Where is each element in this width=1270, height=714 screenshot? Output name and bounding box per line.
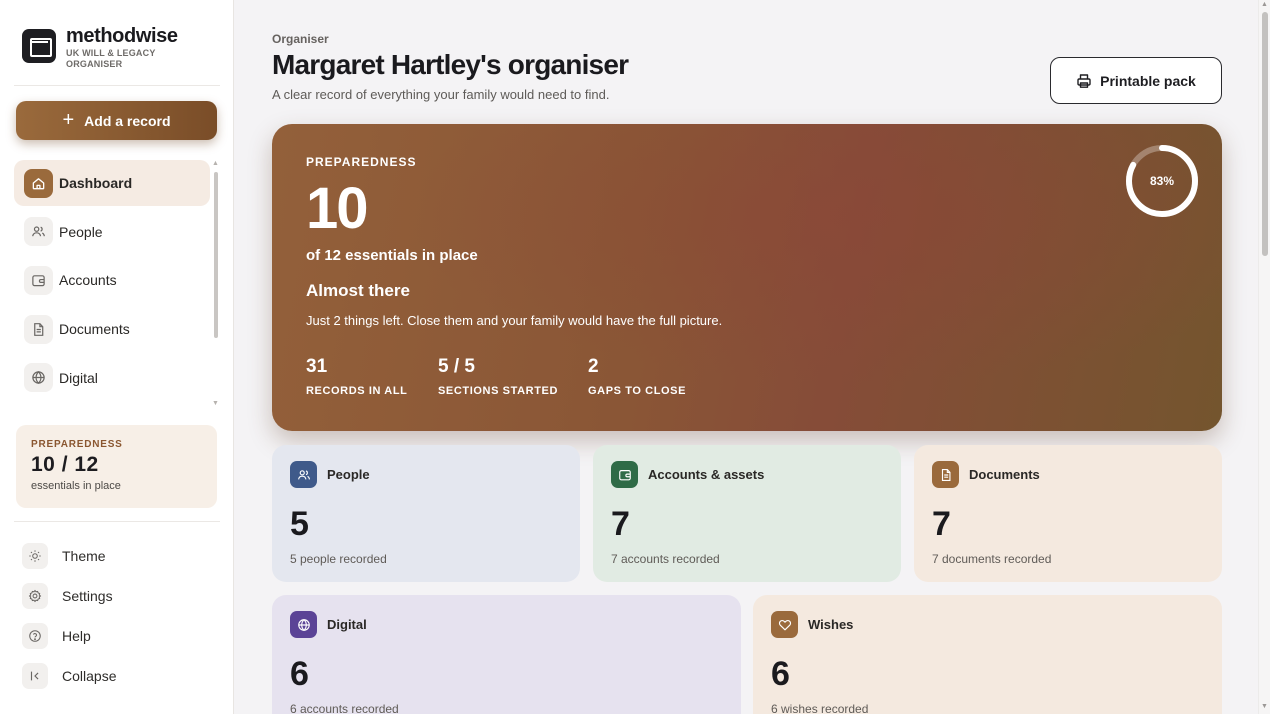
stat-value: 5 / 5 — [438, 356, 475, 377]
plus-icon: + — [62, 108, 75, 131]
sidebar-item-label: People — [59, 223, 103, 240]
hero-number: 10 — [306, 176, 368, 241]
wallet-icon — [24, 265, 53, 295]
sidebar-item-label: Accounts — [59, 272, 117, 289]
add-record-button[interactable]: + Add a record — [16, 101, 217, 140]
sidebar-item-label: Documents — [59, 321, 130, 338]
hero-of-text: of 12 essentials in place — [306, 247, 478, 264]
main-content: Organiser Margaret Hartley's organiser A… — [234, 0, 1258, 714]
scroll-down-arrow-icon[interactable]: ▼ — [212, 400, 219, 407]
sidebar: methodwise UK WILL & LEGACY ORGANISER + … — [0, 0, 234, 714]
page-subtitle: A clear record of everything your family… — [272, 87, 610, 102]
card-title: Digital — [327, 617, 367, 632]
stat-sections: 5 / 5 SECTIONS STARTED — [438, 356, 558, 397]
card-sub: 7 documents recorded — [932, 552, 1052, 566]
divider — [14, 85, 220, 86]
scroll-up-arrow-icon[interactable]: ▲ — [212, 160, 219, 167]
globe-icon — [290, 611, 317, 638]
collapse-button[interactable]: Collapse — [22, 660, 218, 691]
brand[interactable]: methodwise UK WILL & LEGACY ORGANISER — [22, 26, 178, 70]
stat-label: SECTIONS STARTED — [438, 385, 559, 397]
breadcrumb[interactable]: Organiser — [272, 32, 329, 46]
printable-pack-button[interactable]: Printable pack — [1050, 57, 1222, 104]
help-icon — [22, 622, 48, 649]
help-button[interactable]: Help — [22, 620, 218, 651]
add-record-label: Add a record — [84, 112, 171, 129]
page-scroll-thumb[interactable] — [1262, 12, 1268, 256]
logo-icon — [22, 29, 56, 63]
card-sub: 5 people recorded — [290, 552, 387, 566]
settings-label: Settings — [62, 587, 113, 604]
gear-icon — [22, 582, 48, 609]
preparedness-value: 10 / 12 — [31, 453, 99, 476]
progress-ring-label: 83% — [1149, 174, 1175, 188]
printer-icon — [1077, 73, 1091, 88]
people-icon — [290, 461, 317, 488]
home-icon — [24, 168, 53, 198]
page-scrollbar[interactable]: ▲ ▼ — [1258, 0, 1270, 714]
sidebar-item-dashboard[interactable]: Dashboard — [14, 160, 210, 206]
preparedness-label: PREPAREDNESS — [31, 439, 123, 450]
printable-pack-label: Printable pack — [1100, 72, 1196, 89]
collapse-label: Collapse — [62, 667, 117, 684]
scroll-down-arrow-icon[interactable]: ▼ — [1261, 703, 1268, 710]
brand-subtitle: UK WILL & LEGACY ORGANISER — [66, 48, 156, 69]
accounts-card[interactable]: Accounts & assets 7 7 accounts recorded — [593, 445, 901, 582]
card-title: Accounts & assets — [648, 467, 765, 482]
hero-label: PREPAREDNESS — [306, 155, 417, 169]
card-title: Wishes — [808, 617, 854, 632]
preparedness-sub: essentials in place — [31, 480, 121, 492]
card-sub: 6 wishes recorded — [771, 702, 869, 714]
sidebar-scrollbar[interactable] — [214, 172, 218, 338]
brand-name: methodwise — [66, 25, 178, 47]
page-title: Margaret Hartley's organiser — [272, 49, 629, 80]
help-label: Help — [62, 627, 91, 644]
theme-button[interactable]: Theme — [22, 540, 218, 571]
stat-value: 31 — [306, 356, 328, 377]
preparedness-summary: PREPAREDNESS 10 / 12 essentials in place — [16, 425, 217, 508]
people-icon — [24, 217, 53, 247]
hero-status: Almost there — [306, 281, 410, 300]
sidebar-nav: Dashboard People Accounts Documents Digi… — [14, 160, 210, 403]
wallet-icon — [611, 461, 638, 488]
stat-records: 31 RECORDS IN ALL — [306, 356, 408, 397]
preparedness-hero: PREPAREDNESS 10 of 12 essentials in plac… — [272, 124, 1222, 431]
document-icon — [932, 461, 959, 488]
sidebar-item-accounts[interactable]: Accounts — [14, 257, 210, 303]
stat-gaps: 2 GAPS TO CLOSE — [588, 356, 686, 397]
sidebar-item-label: Digital — [59, 369, 98, 386]
card-count: 6 — [290, 655, 309, 693]
card-sub: 7 accounts recorded — [611, 552, 720, 566]
documents-card[interactable]: Documents 7 7 documents recorded — [914, 445, 1222, 582]
globe-icon — [24, 363, 53, 393]
sun-icon — [22, 542, 48, 569]
scroll-up-arrow-icon[interactable]: ▲ — [1261, 1, 1268, 8]
sidebar-bottom-nav: Theme Settings Help Collapse — [22, 540, 218, 700]
collapse-icon — [22, 662, 48, 689]
document-icon — [24, 314, 53, 344]
hero-message: Just 2 things left. Close them and your … — [306, 313, 723, 328]
people-card[interactable]: People 5 5 people recorded — [272, 445, 580, 582]
theme-label: Theme — [62, 547, 106, 564]
stat-label: RECORDS IN ALL — [306, 385, 408, 397]
divider — [14, 521, 220, 522]
card-count: 5 — [290, 505, 309, 543]
stat-value: 2 — [588, 356, 599, 377]
settings-button[interactable]: Settings — [22, 580, 218, 611]
sidebar-item-people[interactable]: People — [14, 209, 210, 255]
card-count: 6 — [771, 655, 790, 693]
sidebar-item-documents[interactable]: Documents — [14, 306, 210, 352]
card-title: Documents — [969, 467, 1040, 482]
card-count: 7 — [932, 505, 951, 543]
stat-label: GAPS TO CLOSE — [588, 385, 687, 397]
sidebar-item-label: Dashboard — [59, 175, 133, 191]
wishes-card[interactable]: Wishes 6 6 wishes recorded — [753, 595, 1222, 714]
card-sub: 6 accounts recorded — [290, 702, 399, 714]
digital-card[interactable]: Digital 6 6 accounts recorded — [272, 595, 741, 714]
sidebar-item-digital[interactable]: Digital — [14, 355, 210, 401]
card-count: 7 — [611, 505, 630, 543]
card-title: People — [327, 467, 370, 482]
heart-icon — [771, 611, 798, 638]
